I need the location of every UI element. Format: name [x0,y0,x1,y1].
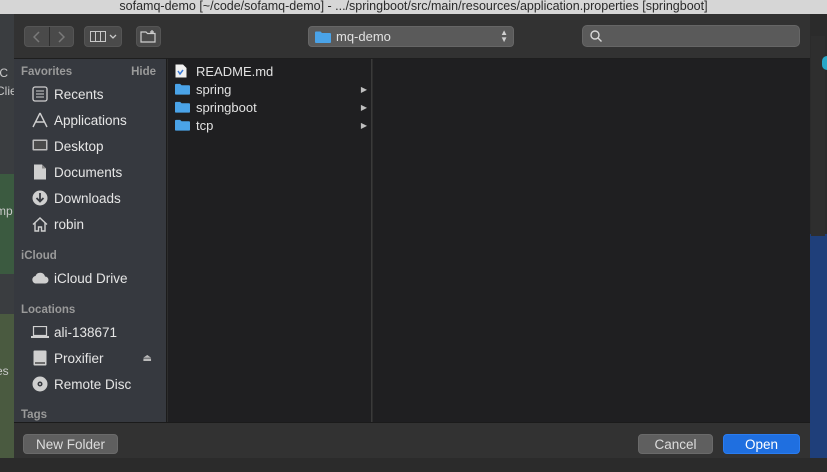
home-icon [30,216,49,233]
ide-indicator-icon [822,56,827,70]
favorites-heading: Favorites [21,66,73,78]
tags-heading: Tags [21,409,47,421]
back-forward-control [24,26,74,47]
folder-icon [175,118,191,132]
sidebar-item-applications[interactable]: Applications [14,108,166,132]
cloud-icon [30,270,49,287]
new-folder-toolbar-button[interactable] [136,26,161,47]
background-text-fragment: Clie [0,84,14,98]
sidebar-item-label: iCloud Drive [54,270,128,286]
sidebar-item-downloads[interactable]: Downloads [14,186,166,210]
locations-heading: Locations [21,304,76,316]
file-name: spring [196,81,232,97]
path-popup-label: mq-demo [336,29,391,44]
folder-plus-icon [140,30,156,43]
sidebar-item-label: Remote Disc [54,376,132,392]
new-folder-button[interactable]: New Folder [23,434,118,454]
browser-column-1: README.md spring ▶ springboot ▶ tcp ▶ [168,59,372,422]
markdown-file-icon [175,64,191,78]
disclosure-arrow-icon: ▶ [360,84,367,94]
icloud-heading: iCloud [21,250,57,262]
folder-row-springboot[interactable]: springboot ▶ [168,98,371,116]
laptop-icon [30,324,49,341]
search-input[interactable] [607,29,787,43]
sidebar-item-label: Applications [54,112,127,128]
ide-right-edge [810,14,827,472]
sidebar-item-remote-disc[interactable]: Remote Disc [14,372,166,396]
forward-button[interactable] [49,27,73,46]
documents-icon [30,164,49,181]
sidebar-item-label: ali-138671 [54,324,118,340]
hide-favorites-link[interactable]: Hide [131,66,156,78]
cancel-button[interactable]: Cancel [638,434,713,454]
background-text-fragment: IC [0,66,8,80]
sidebar-item-recents[interactable]: Recents [14,82,166,106]
background-text-fragment: es [0,364,9,378]
sidebar-item-label: Downloads [54,190,121,206]
disclosure-arrow-icon: ▶ [360,102,367,112]
ide-bottom-edge [0,458,827,472]
sidebar-item-label: robin [54,216,85,232]
folder-icon [175,82,191,96]
chevron-down-icon [109,34,116,39]
sidebar-item-icloud-drive[interactable]: iCloud Drive [14,266,166,290]
path-popup-button[interactable]: mq-demo ▲ ▼ [308,26,514,47]
columns-view-icon [89,31,106,42]
sidebar-item-proxifier[interactable]: Proxifier ⏏ [14,346,166,370]
view-mode-button[interactable] [84,26,122,47]
folder-row-tcp[interactable]: tcp ▶ [168,116,371,134]
background-text-fragment: mp [0,204,13,218]
folder-icon [315,31,331,43]
eject-icon[interactable]: ⏏ [143,353,152,364]
disclosure-arrow-icon: ▶ [360,120,367,130]
back-button[interactable] [25,27,49,46]
search-icon [590,30,602,42]
sidebar-item-label: Recents [54,86,104,102]
sidebar-item-home[interactable]: robin [14,212,166,236]
file-name: tcp [196,117,214,133]
file-row-readme[interactable]: README.md [168,62,371,80]
sidebar: Favorites Hide Recents Applications Desk… [14,59,167,422]
disc-icon [30,376,49,393]
downloads-icon [30,190,49,207]
open-button[interactable]: Open [723,434,800,454]
browser-column-2 [373,59,810,422]
sidebar-item-computer[interactable]: ali-138671 [14,320,166,344]
sidebar-item-label: Documents [54,164,123,180]
clock-icon [30,86,49,103]
open-file-dialog: mq-demo ▲ ▼ Favorites Hide Recents Applic… [14,14,810,472]
sidebar-item-label: Desktop [54,138,104,154]
sidebar-item-documents[interactable]: Documents [14,160,166,184]
desktop-icon [30,138,49,155]
sidebar-item-desktop[interactable]: Desktop [14,134,166,158]
dialog-toolbar: mq-demo ▲ ▼ [14,14,810,59]
ide-left-edge: IC Clie mp es [0,14,14,472]
chevron-left-icon [32,30,40,43]
drive-icon [30,350,49,367]
up-down-arrows-icon: ▲ ▼ [500,28,508,44]
file-name: README.md [196,63,274,79]
ide-window-title: sofamq-demo [~/code/sofamq-demo] - .../s… [0,0,827,14]
folder-icon [175,100,191,114]
folder-row-spring[interactable]: spring ▶ [168,80,371,98]
sidebar-item-label: Proxifier [54,350,104,366]
search-field[interactable] [582,25,800,47]
chevron-right-icon [58,30,66,43]
applications-icon [30,112,49,129]
file-name: springboot [196,99,257,115]
